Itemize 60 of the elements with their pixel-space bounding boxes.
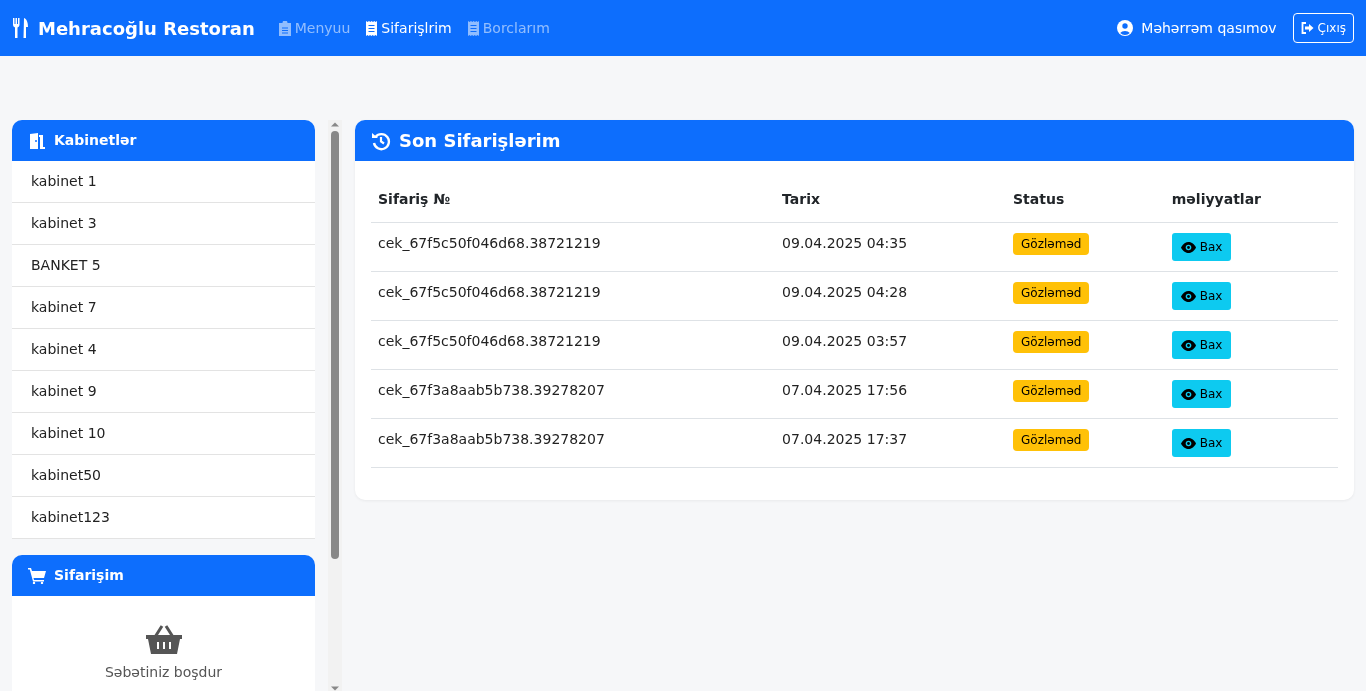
nav-link[interactable]: Sifarişlrim [366,17,452,39]
order-id: cek_67f3a8aab5b738.39278207 [378,382,605,398]
view-button[interactable]: Bax [1171,233,1232,261]
scrollbar-thumb[interactable] [331,131,339,559]
cabinet-item[interactable]: kabinet 1 [12,161,315,203]
status-badge: Gözləməd [1013,282,1090,304]
column-header: Status [1006,177,1165,223]
basket-icon [145,624,182,656]
cabinet-item[interactable]: kabinet123 [12,497,315,539]
order-date: 09.04.2025 04:28 [782,284,908,300]
history-icon [371,130,391,151]
order-id: cek_67f3a8aab5b738.39278207 [378,431,605,447]
cabinet-item[interactable]: kabinet 7 [12,287,315,329]
empty-cart-message: Səbətiniz boşdur [104,664,223,680]
brand-title[interactable]: Mehracoğlu Restoran [38,14,255,42]
view-button[interactable]: Bax [1171,429,1232,457]
cabinet-item[interactable]: kabinet 9 [12,371,315,413]
door-icon [28,132,46,149]
logout-icon [1300,22,1314,34]
order-date: 09.04.2025 03:57 [782,333,908,349]
status-badge: Gözləməd [1013,233,1090,255]
cabinet-item[interactable]: BANKET 5 [12,245,315,287]
column-header: məliyyatlar [1164,177,1338,223]
eye-icon [1180,290,1196,302]
eye-icon [1180,437,1196,449]
logout-button[interactable]: Çıxış [1292,13,1354,43]
view-button[interactable]: Bax [1171,331,1232,359]
cabinet-item[interactable]: kabinet 10 [12,413,315,455]
eye-icon [1180,241,1196,253]
receipt-icon [366,20,378,36]
scroll-up-arrow-icon[interactable] [331,122,339,127]
utensils-icon [12,18,30,38]
order-date: 07.04.2025 17:56 [782,382,908,398]
cabinet-item[interactable]: kabinet50 [12,455,315,497]
status-badge: Gözləməd [1013,331,1090,353]
status-badge: Gözləməd [1013,429,1090,451]
status-badge: Gözləməd [1013,380,1090,402]
view-button[interactable]: Bax [1171,380,1232,408]
panel-title: Son Sifarişlərim [399,129,561,153]
panel-title: Sifarişim [54,566,124,585]
eye-icon [1180,388,1196,400]
user-name: Məhərrəm qasımov [1141,18,1277,38]
order-id: cek_67f5c50f046d68.38721219 [378,284,601,300]
column-header: Tarix [775,177,1007,223]
cabinet-item[interactable]: kabinet 4 [12,329,315,371]
user-icon [1117,20,1134,36]
cart-icon [28,567,46,584]
column-header: Sifariş № [371,177,776,223]
order-date: 07.04.2025 17:37 [782,431,908,447]
order-id: cek_67f5c50f046d68.38721219 [378,235,601,251]
view-button[interactable]: Bax [1171,282,1232,310]
order-date: 09.04.2025 04:35 [782,235,908,251]
receipt-icon [467,20,479,36]
clipboard-icon [278,20,291,36]
panel-title: Kabinetlər [54,131,137,150]
order-id: cek_67f5c50f046d68.38721219 [378,333,601,349]
scroll-down-arrow-icon[interactable] [331,686,339,691]
scrollbar-track[interactable] [328,120,342,691]
eye-icon [1180,339,1196,351]
cabinet-item[interactable]: kabinet 3 [12,203,315,245]
